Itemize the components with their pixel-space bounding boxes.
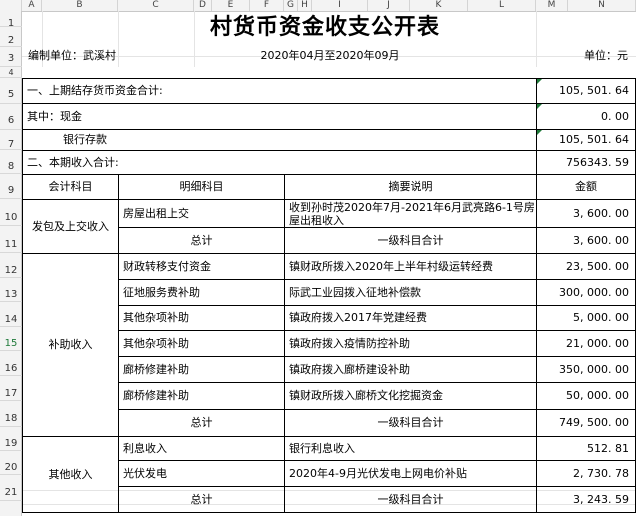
column-header[interactable]: F <box>250 0 284 11</box>
amount-cell[interactable]: 21, 000. 00 <box>536 330 636 357</box>
row-header[interactable]: 19 <box>0 427 22 451</box>
column-header[interactable]: H <box>298 0 312 11</box>
row-header[interactable]: 4 <box>0 67 22 78</box>
summary-cell[interactable]: 镇政府拨入廊桥建设补助 <box>284 356 537 383</box>
row-header[interactable]: 17 <box>0 376 22 401</box>
row-header[interactable]: 18 <box>0 401 22 427</box>
bank-label[interactable]: 银行存款 <box>22 129 537 151</box>
column-header[interactable]: D <box>194 0 212 11</box>
header-amount[interactable]: 金额 <box>536 174 636 200</box>
subject-cell[interactable]: 其他收入 <box>22 436 119 513</box>
cell-error-marker <box>537 79 542 84</box>
column-header[interactable]: C <box>118 0 194 11</box>
select-all-corner[interactable] <box>0 0 22 11</box>
row-header[interactable]: 1 <box>0 11 22 29</box>
organization-label: 编制单位：武溪村 <box>28 49 116 62</box>
total-summary-cell[interactable]: 一级科目合计 <box>284 409 537 437</box>
detail-cell[interactable]: 利息收入 <box>118 436 285 461</box>
row-header[interactable]: 15 <box>0 327 22 351</box>
detail-cell[interactable]: 廊桥修建补助 <box>118 382 285 410</box>
row-header[interactable]: 6 <box>0 104 22 130</box>
amount-cell[interactable]: 350, 000. 00 <box>536 356 636 383</box>
header-detail[interactable]: 明细科目 <box>118 174 285 200</box>
row-header[interactable]: 7 <box>0 130 22 150</box>
income-total-value[interactable]: 756343. 59 <box>536 150 636 175</box>
amount-cell[interactable]: 300, 000. 00 <box>536 279 636 306</box>
row-header[interactable]: 9 <box>0 174 22 199</box>
prior-balance-value[interactable]: 105, 501. 64 <box>536 78 636 104</box>
row-header[interactable]: 12 <box>0 253 22 278</box>
amount-cell[interactable]: 3, 600. 00 <box>536 199 636 228</box>
total-label-cell[interactable]: 总计 <box>118 409 285 437</box>
row-header[interactable]: 8 <box>0 150 22 174</box>
spreadsheet: A B C D E F G H I J K L M N 1 2 3 4 5 6 … <box>0 0 636 516</box>
column-header[interactable]: K <box>410 0 468 11</box>
amount-cell[interactable]: 5, 000. 00 <box>536 305 636 331</box>
summary-cell[interactable]: 镇政府拨入疫情防控补助 <box>284 330 537 357</box>
prior-balance-label[interactable]: 一、上期结存货币资金合计: <box>22 78 537 104</box>
total-label-cell[interactable]: 总计 <box>118 227 285 254</box>
summary-cell[interactable]: 2020年4-9月光伏发电上网电价补贴 <box>284 460 537 487</box>
detail-cell[interactable]: 廊桥修建补助 <box>118 356 285 383</box>
detail-cell[interactable]: 财政转移支付资金 <box>118 253 285 280</box>
amount-cell[interactable]: 50, 000. 00 <box>536 382 636 410</box>
total-amount-cell[interactable]: 3, 243. 59 <box>536 486 636 513</box>
row-header[interactable]: 5 <box>0 78 22 104</box>
period-label: 2020年04月至2020年09月 <box>260 49 400 62</box>
row-header[interactable]: 21 <box>0 475 22 501</box>
detail-cell[interactable]: 光伏发电 <box>118 460 285 487</box>
cell-error-marker <box>537 130 542 135</box>
detail-cell[interactable]: 房屋出租上交 <box>118 199 285 228</box>
detail-cell[interactable]: 其他杂项补助 <box>118 330 285 357</box>
cash-value[interactable]: 0. 00 <box>536 103 636 130</box>
currency-unit-label: 单位：元 <box>584 49 628 62</box>
row-header[interactable]: 20 <box>0 451 22 475</box>
row-header[interactable]: 11 <box>0 226 22 253</box>
cell-error-marker <box>537 104 542 109</box>
subject-cell[interactable]: 发包及上交收入 <box>22 199 119 254</box>
column-header[interactable]: G <box>284 0 298 11</box>
summary-cell[interactable]: 镇政府拨入2017年党建经费 <box>284 305 537 331</box>
amount-cell[interactable]: 512. 81 <box>536 436 636 461</box>
column-header[interactable]: B <box>42 0 118 11</box>
total-label-cell[interactable]: 总计 <box>118 486 285 513</box>
row-header[interactable]: 16 <box>0 351 22 376</box>
income-total-label[interactable]: 二、本期收入合计: <box>22 150 537 175</box>
summary-cell[interactable]: 际武工业园拨入征地补偿款 <box>284 279 537 306</box>
header-subject[interactable]: 会计科目 <box>22 174 119 200</box>
row-header[interactable]: 2 <box>0 27 22 47</box>
column-header[interactable]: E <box>212 0 250 11</box>
cash-label[interactable]: 其中：现金 <box>22 103 537 130</box>
amount-cell[interactable]: 23, 500. 00 <box>536 253 636 280</box>
column-header[interactable]: J <box>368 0 410 11</box>
total-summary-cell[interactable]: 一级科目合计 <box>284 227 537 254</box>
detail-cell[interactable]: 征地服务费补助 <box>118 279 285 306</box>
row-header[interactable]: 3 <box>0 47 22 67</box>
column-header[interactable]: M <box>536 0 568 11</box>
column-header[interactable]: N <box>568 0 636 11</box>
total-amount-cell[interactable]: 3, 600. 00 <box>536 227 636 254</box>
column-header-bar: A B C D E F G H I J K L M N <box>0 0 636 12</box>
total-amount-cell[interactable]: 749, 500. 00 <box>536 409 636 437</box>
row-header[interactable]: 13 <box>0 278 22 302</box>
total-summary-cell[interactable]: 一级科目合计 <box>284 486 537 513</box>
summary-cell[interactable]: 镇财政所拨入廊桥文化挖掘资金 <box>284 382 537 410</box>
summary-cell[interactable]: 收到孙时茂2020年7月-2021年6月武亮路6-1号房屋出租收入 <box>284 199 537 228</box>
column-header[interactable]: I <box>312 0 368 11</box>
subject-cell[interactable]: 补助收入 <box>22 253 119 437</box>
page-title: 村货币资金收支公开表 <box>209 14 440 40</box>
row-header-bar: 1 2 3 4 5 6 7 8 9 10 11 12 13 14 15 16 1… <box>0 11 22 516</box>
column-header[interactable]: A <box>22 0 42 11</box>
row-header[interactable]: 10 <box>0 199 22 226</box>
bank-value[interactable]: 105, 501. 64 <box>536 129 636 151</box>
column-header[interactable]: L <box>468 0 536 11</box>
detail-cell[interactable]: 其他杂项补助 <box>118 305 285 331</box>
row-header[interactable]: 14 <box>0 302 22 327</box>
summary-cell[interactable]: 镇财政所拨入2020年上半年村级运转经费 <box>284 253 537 280</box>
amount-cell[interactable]: 2, 730. 78 <box>536 460 636 487</box>
summary-cell[interactable]: 银行利息收入 <box>284 436 537 461</box>
header-summary[interactable]: 摘要说明 <box>284 174 537 200</box>
